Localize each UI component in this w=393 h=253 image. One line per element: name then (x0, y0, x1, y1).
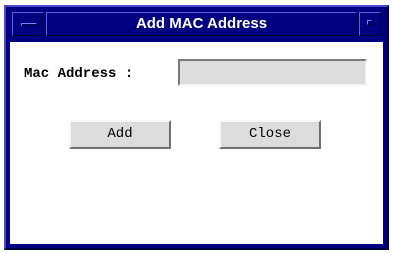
window-title: Add MAC Address (46, 12, 357, 36)
title-bar[interactable]: Add MAC Address (10, 10, 383, 38)
maximize-icon (367, 20, 372, 25)
window-menu-button[interactable] (12, 12, 44, 36)
dialog-window: Add MAC Address Mac Address : Add Close (4, 5, 389, 250)
window-menu-icon (21, 23, 37, 26)
maximize-button[interactable] (359, 12, 381, 36)
dialog-content: Mac Address : Add Close (10, 42, 383, 244)
add-button[interactable]: Add (69, 120, 171, 149)
mac-address-label: Mac Address : (24, 66, 134, 82)
close-button[interactable]: Close (219, 120, 321, 149)
mac-address-input[interactable] (178, 59, 367, 86)
